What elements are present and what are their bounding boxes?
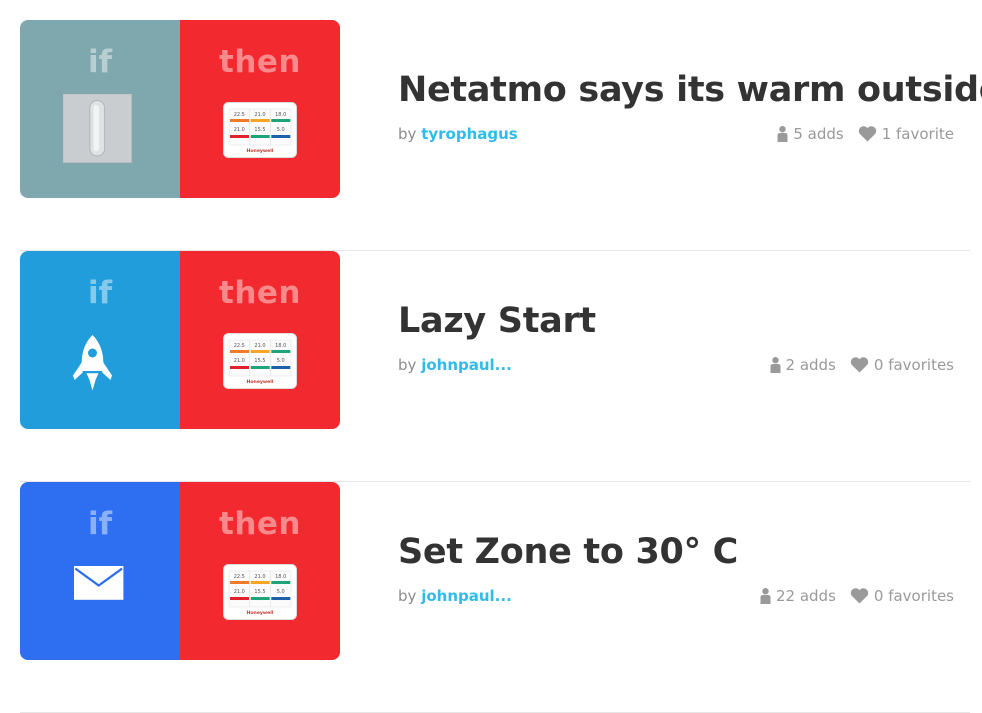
thermostat-brand: Honeywell [247, 610, 274, 616]
thermostat-reading: 21.0 [254, 112, 265, 118]
recipe-byline: by johnpaul... [398, 587, 512, 605]
recipe-byline: by johnpaul... [398, 356, 512, 374]
thermostat-brand: Honeywell [247, 148, 274, 154]
recipe-badge[interactable]: if then 22.5 21.0 18.0 21.0 15.5 5.0 Hon… [20, 251, 340, 429]
thermostat-reading: 22.5 [234, 574, 245, 580]
if-label: if [87, 506, 113, 542]
if-label: if [87, 44, 113, 80]
thermostat-reading: 5.0 [277, 358, 285, 364]
by-label: by [398, 356, 417, 374]
thermostat-reading: 21.0 [234, 127, 245, 133]
thermostat-reading: 5.0 [277, 127, 285, 133]
action-panel: then 22.5 21.0 18.0 21.0 15.5 5.0 Honeyw… [180, 482, 340, 660]
favorites-count: 0 favorites [873, 587, 954, 605]
author-link[interactable]: johnpaul... [421, 356, 512, 374]
recipe-badge[interactable]: if then 22.5 21.0 18.0 21.0 15.5 5.0 Hon… [20, 20, 340, 198]
light-switch-icon [63, 94, 132, 163]
trigger-panel: if [20, 20, 180, 198]
favorites-stat[interactable]: 0 favorites [850, 356, 954, 374]
thermostat-reading: 22.5 [234, 112, 245, 118]
recipe-title[interactable]: Lazy Start [398, 301, 596, 341]
recipe-card[interactable]: if then 22.5 21.0 18.0 21.0 15.5 5.0 Hon… [20, 20, 982, 251]
thermostat-reading: 15.5 [254, 589, 265, 595]
person-icon [770, 357, 781, 373]
honeywell-thermostat-icon: 22.5 21.0 18.0 21.0 15.5 5.0 Honeywell [223, 333, 297, 389]
honeywell-thermostat-icon: 22.5 21.0 18.0 21.0 15.5 5.0 Honeywell [223, 564, 297, 620]
action-panel: then 22.5 21.0 18.0 21.0 15.5 5.0 Honeyw… [180, 251, 340, 429]
author-link[interactable]: johnpaul... [421, 587, 512, 605]
thermostat-reading: 21.0 [254, 343, 265, 349]
thermostat-reading: 21.0 [234, 358, 245, 364]
favorites-stat[interactable]: 1 favorite [858, 125, 954, 143]
thermostat-reading: 21.0 [234, 589, 245, 595]
recipe-title[interactable]: Netatmo says its warm outside [398, 70, 982, 110]
thermostat-reading: 15.5 [254, 127, 265, 133]
if-label: if [87, 275, 113, 311]
favorites-stat[interactable]: 0 favorites [850, 587, 954, 605]
thermostat-reading: 15.5 [254, 358, 265, 364]
person-icon [777, 126, 788, 142]
recipe-stats: 5 adds 1 favorite [777, 125, 954, 143]
thermostat-reading: 21.0 [254, 574, 265, 580]
favorites-count: 1 favorite [881, 125, 954, 143]
recipe-byline: by tyrophagus [398, 125, 518, 143]
thermostat-reading: 18.0 [275, 112, 286, 118]
rocket-icon [73, 335, 112, 391]
thermostat-reading: 18.0 [275, 574, 286, 580]
heart-icon[interactable] [858, 126, 877, 142]
trigger-panel: if [20, 482, 180, 660]
adds-count: 2 adds [785, 356, 836, 374]
recipe-stats: 22 adds 0 favorites [760, 587, 954, 605]
adds-stat: 5 adds [777, 125, 844, 143]
author-link[interactable]: tyrophagus [421, 125, 518, 143]
trigger-panel: if [20, 251, 180, 429]
recipe-card[interactable]: if then 22.5 21.0 18.0 21.0 15.5 5.0 Hon… [20, 482, 970, 713]
heart-icon[interactable] [850, 588, 869, 604]
then-label: then [219, 44, 301, 80]
thermostat-reading: 18.0 [275, 343, 286, 349]
recipe-badge[interactable]: if then 22.5 21.0 18.0 21.0 15.5 5.0 Hon… [20, 482, 340, 660]
person-icon [760, 588, 771, 604]
favorites-count: 0 favorites [873, 356, 954, 374]
honeywell-thermostat-icon: 22.5 21.0 18.0 21.0 15.5 5.0 Honeywell [223, 102, 297, 158]
adds-stat: 2 adds [770, 356, 836, 374]
by-label: by [398, 587, 417, 605]
recipe-title[interactable]: Set Zone to 30° C [398, 532, 738, 572]
by-label: by [398, 125, 417, 143]
adds-stat: 22 adds [760, 587, 836, 605]
email-icon [74, 566, 124, 600]
thermostat-reading: 5.0 [277, 589, 285, 595]
recipe-stats: 2 adds 0 favorites [770, 356, 954, 374]
action-panel: then 22.5 21.0 18.0 21.0 15.5 5.0 Honeyw… [180, 20, 340, 198]
thermostat-brand: Honeywell [247, 379, 274, 385]
heart-icon[interactable] [850, 357, 869, 373]
then-label: then [219, 506, 301, 542]
then-label: then [219, 275, 301, 311]
recipe-card[interactable]: if then 22.5 21.0 18.0 21.0 15.5 5.0 Hon… [20, 251, 970, 482]
adds-count: 5 adds [793, 125, 844, 143]
adds-count: 22 adds [775, 587, 836, 605]
thermostat-reading: 22.5 [234, 343, 245, 349]
